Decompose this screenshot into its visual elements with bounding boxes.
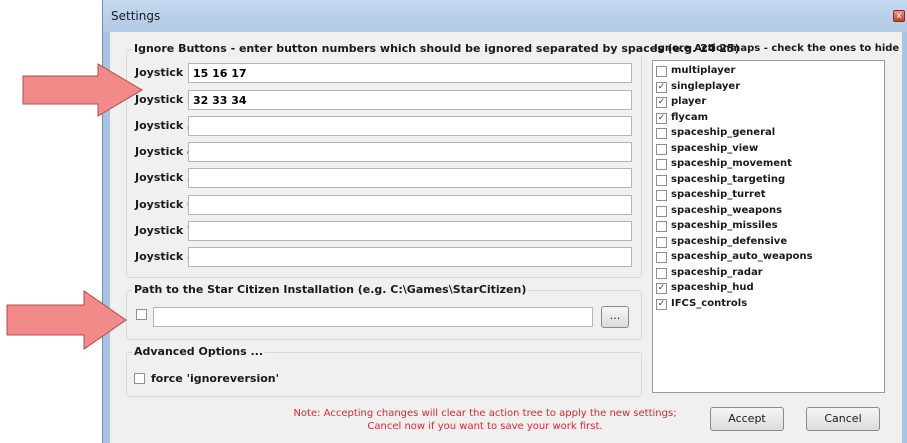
actionmap-item[interactable]: spaceship_radar xyxy=(656,266,881,281)
actionmap-item[interactable]: spaceship_defensive xyxy=(656,235,881,250)
actionmap-label: spaceship_auto_weapons xyxy=(671,251,813,262)
checkmark-icon[interactable]: ✓ xyxy=(656,97,667,108)
force-ignoreversion-label: force 'ignoreversion' xyxy=(151,372,279,385)
joystick-row: Joystick 2 32 33 34 xyxy=(127,90,637,110)
advanced-options-group: Advanced Options ... force 'ignoreversio… xyxy=(126,345,642,397)
actionmap-item[interactable]: ✓ flycam xyxy=(656,111,881,126)
joystick-row: Joystick 8 xyxy=(127,247,637,267)
joystick-buttons-input[interactable] xyxy=(188,168,632,188)
actionmap-label: multiplayer xyxy=(671,65,736,76)
checkbox-icon[interactable] xyxy=(656,159,667,170)
joystick-label: Joystick 3 xyxy=(135,119,195,132)
actionmap-item[interactable]: spaceship_general xyxy=(656,126,881,141)
path-title: Path to the Star Citizen Installation (e… xyxy=(132,283,529,296)
actionmap-item[interactable]: spaceship_movement xyxy=(656,157,881,172)
actionmap-label: spaceship_view xyxy=(671,142,759,154)
joystick-buttons-input[interactable]: 32 33 34 xyxy=(188,90,632,110)
actionmap-label: spaceship_general xyxy=(671,127,776,138)
actionmaps-title: Ignore Actionmaps - check the ones to hi… xyxy=(654,43,900,54)
annotation-arrow-joystick xyxy=(22,63,143,117)
checkbox-icon[interactable] xyxy=(656,128,667,139)
actionmap-label: flycam xyxy=(671,111,709,123)
path-enable-checkbox[interactable] xyxy=(136,309,147,320)
joystick-row: Joystick 3 xyxy=(127,116,637,136)
actionmap-label: spaceship_radar xyxy=(671,266,763,278)
accept-button[interactable]: Accept xyxy=(710,407,784,431)
actionmap-label: spaceship_targeting xyxy=(671,173,786,185)
checkbox-icon[interactable] xyxy=(656,252,667,263)
joystick-row: Joystick 5 xyxy=(127,168,637,188)
actionmap-item[interactable]: ✓ spaceship_hud xyxy=(656,281,881,296)
actionmap-item[interactable]: spaceship_weapons xyxy=(656,204,881,219)
checkbox-icon[interactable] xyxy=(656,143,667,155)
joystick-row: Joystick 6 xyxy=(127,195,637,215)
warning-note-line2: Cancel now if you want to save your work… xyxy=(367,421,603,432)
joystick-row: Joystick 7 xyxy=(127,221,637,241)
actionmap-label: spaceship_hud xyxy=(671,282,754,293)
actionmap-label: player xyxy=(671,96,707,107)
joystick-label: Joystick 5 xyxy=(135,171,195,184)
checkbox-icon[interactable] xyxy=(656,66,667,77)
ignore-buttons-title: Ignore Buttons - enter button numbers wh… xyxy=(132,42,742,55)
actionmap-label: spaceship_weapons xyxy=(671,204,783,216)
joystick-row: Joystick 4 xyxy=(127,142,637,162)
window-title: Settings xyxy=(111,9,161,23)
checkmark-icon[interactable]: ✓ xyxy=(656,112,667,124)
joystick-buttons-input[interactable] xyxy=(188,221,632,241)
joystick-buttons-input[interactable] xyxy=(188,195,632,215)
actionmap-item[interactable]: ✓ player xyxy=(656,95,881,110)
cancel-button[interactable]: Cancel xyxy=(806,407,880,431)
actionmap-label: IFCS_controls xyxy=(671,297,748,309)
actionmap-label: spaceship_turret xyxy=(671,189,766,200)
joystick-label: Joystick 8 xyxy=(135,250,195,263)
checkbox-icon[interactable] xyxy=(656,221,667,232)
ignore-buttons-group: Ignore Buttons - enter button numbers wh… xyxy=(126,42,742,278)
actionmap-item[interactable]: spaceship_view xyxy=(656,142,881,157)
actionmap-item[interactable]: multiplayer xyxy=(656,64,881,79)
close-icon[interactable]: x xyxy=(893,10,905,22)
warning-note: Note: Accepting changes will clear the a… xyxy=(285,407,685,433)
checkmark-icon[interactable]: ✓ xyxy=(656,283,667,294)
title-bar[interactable]: Settings x xyxy=(103,0,907,32)
joystick-buttons-input[interactable]: 15 16 17 xyxy=(188,63,632,83)
checkbox-icon[interactable] xyxy=(656,205,667,217)
settings-window: Settings x Ignore Buttons - enter button… xyxy=(102,0,907,443)
path-group: Path to the Star Citizen Installation (e… xyxy=(126,283,642,340)
actionmaps-list[interactable]: multiplayer ✓ singleplayer ✓ player ✓ flycam sp… xyxy=(652,60,885,393)
joystick-label: Joystick 6 xyxy=(135,198,195,211)
checkbox-icon[interactable] xyxy=(656,236,667,248)
actionmap-item[interactable]: spaceship_targeting xyxy=(656,173,881,188)
joystick-buttons-input[interactable] xyxy=(188,247,632,267)
checkmark-icon[interactable]: ✓ xyxy=(656,81,667,93)
actionmap-item[interactable]: spaceship_missiles xyxy=(656,219,881,234)
joystick-label: Joystick 7 xyxy=(135,224,195,237)
force-ignoreversion-checkbox[interactable] xyxy=(134,373,145,384)
path-input[interactable] xyxy=(153,307,593,327)
checkbox-icon[interactable] xyxy=(656,174,667,186)
checkmark-icon[interactable]: ✓ xyxy=(656,298,667,310)
actionmap-label: spaceship_missiles xyxy=(671,220,778,231)
checkbox-icon[interactable] xyxy=(656,190,667,201)
actionmap-item[interactable]: spaceship_turret xyxy=(656,188,881,203)
actionmap-label: singleplayer xyxy=(671,80,741,92)
joystick-label: Joystick 4 xyxy=(135,145,195,158)
actionmap-item[interactable]: ✓ singleplayer xyxy=(656,80,881,95)
joystick-row: Joystick 1 15 16 17 xyxy=(127,63,637,83)
actionmap-item[interactable]: ✓ IFCS_controls xyxy=(656,297,881,312)
actionmap-label: spaceship_movement xyxy=(671,158,792,169)
actionmap-item[interactable]: spaceship_auto_weapons xyxy=(656,250,881,265)
checkbox-icon[interactable] xyxy=(656,267,667,279)
warning-note-line1: Note: Accepting changes will clear the a… xyxy=(293,408,677,419)
client-area: Ignore Buttons - enter button numbers wh… xyxy=(110,32,902,443)
advanced-options-title: Advanced Options ... xyxy=(132,345,266,358)
joystick-buttons-input[interactable] xyxy=(188,116,632,136)
annotation-arrow-path xyxy=(6,290,127,350)
browse-button[interactable]: ... xyxy=(601,306,629,328)
actionmap-label: spaceship_defensive xyxy=(671,235,788,247)
joystick-buttons-input[interactable] xyxy=(188,142,632,162)
